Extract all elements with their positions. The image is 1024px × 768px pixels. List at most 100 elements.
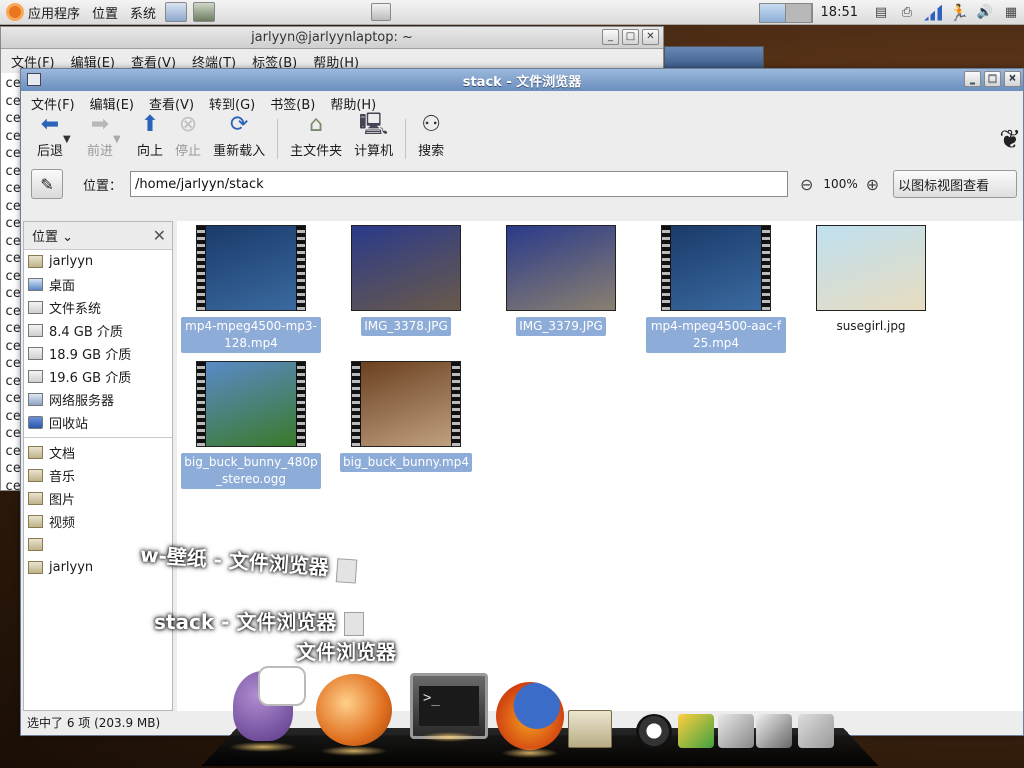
home-button[interactable]: ⌂ 主文件夹 xyxy=(284,114,348,163)
file-name-label[interactable]: mp4-mpeg4500-mp3-128.mp4 xyxy=(181,317,321,353)
search-button[interactable]: ⚇ 搜索 xyxy=(412,114,450,163)
terminal-output[interactable]: ce ce ce ce ce ce ce ce ce ce ce ce ce ce ce ce ce ce ce ce… xyxy=(1,75,21,495)
menu-help[interactable]: 帮助(H) xyxy=(330,94,376,113)
terminal-icon[interactable]: >_ xyxy=(410,673,488,742)
terminal-close-button[interactable]: ✕ xyxy=(642,29,659,45)
file-item[interactable]: big_buck_bunny_480p_stereo.ogg xyxy=(181,361,321,489)
terminal-titlebar[interactable]: jarlyyn@jarlyynlaptop: ~ _ □ ✕ xyxy=(1,27,663,49)
terminal-line: ce xyxy=(5,93,21,109)
workspace-switcher[interactable] xyxy=(758,2,813,23)
sidebar-item[interactable]: 文件系统 xyxy=(24,296,172,319)
file-browser-window[interactable]: stack - 文件浏览器 _ □ ✕ 文件(F) 编辑(E) 查看(V) 转到… xyxy=(20,68,1024,736)
reload-icon: ⟳ xyxy=(229,112,249,137)
stop-button[interactable]: ⊗ 停止 xyxy=(169,114,207,163)
reload-button[interactable]: ⟳ 重新载入 xyxy=(207,112,271,163)
text-editor-icon[interactable] xyxy=(718,714,754,748)
amarok-icon[interactable] xyxy=(636,714,672,748)
sidebar-item[interactable]: 回收站 xyxy=(24,411,172,434)
window-menu-icon[interactable] xyxy=(27,73,41,86)
preferences-icon[interactable] xyxy=(756,714,792,748)
running-man-icon[interactable]: 🏃 xyxy=(949,3,969,22)
file-item[interactable]: susegirl.jpg xyxy=(801,225,941,336)
toggle-location-edit-button[interactable]: ✎ xyxy=(31,169,63,199)
forward-history-dropdown[interactable]: ▼ xyxy=(113,115,127,163)
folder-icon xyxy=(28,538,43,551)
image-thumbnail[interactable] xyxy=(506,225,616,311)
file-item[interactable]: IMG_3378.JPG xyxy=(336,225,476,336)
drawing-icon[interactable] xyxy=(798,714,834,748)
system-menu[interactable]: 系统 xyxy=(124,0,162,25)
back-history-dropdown[interactable]: ▼ xyxy=(63,115,77,163)
places-menu[interactable]: 位置 xyxy=(86,0,124,25)
video-thumbnail[interactable] xyxy=(196,225,306,311)
maximize-button[interactable]: □ xyxy=(984,71,1001,87)
pencil-note-icon: ✎ xyxy=(40,174,54,194)
firefox-icon[interactable] xyxy=(494,680,566,758)
file-name-label[interactable]: mp4-mpeg4500-aac-f25.mp4 xyxy=(646,317,786,353)
volume-icon[interactable]: 🔊 xyxy=(976,5,994,21)
terminal-maximize-button[interactable]: □ xyxy=(622,29,639,45)
computer-button[interactable]: 🖳 计算机 xyxy=(348,114,399,163)
calculator-launcher-icon[interactable] xyxy=(193,2,216,22)
applications-menu[interactable]: 应用程序 xyxy=(0,0,86,25)
network-signal-icon[interactable] xyxy=(924,4,942,21)
up-button[interactable]: ⬆ 向上 xyxy=(131,114,169,163)
switcher-item-stack-label: stack - 文件浏览器 xyxy=(154,610,337,634)
location-input[interactable] xyxy=(130,171,789,197)
menu-file[interactable]: 文件(F) xyxy=(31,94,75,113)
tool-icon[interactable] xyxy=(678,714,714,748)
sidebar-bookmark-label: 视频 xyxy=(49,516,76,531)
image-thumbnail[interactable] xyxy=(351,225,461,311)
video-thumbnail[interactable] xyxy=(351,361,461,447)
sidebar-close-icon[interactable]: ✕ xyxy=(153,226,166,245)
clipboard-icon[interactable]: ▤ xyxy=(872,5,890,21)
sidebar-bookmark[interactable]: 视频 xyxy=(24,510,172,533)
sidebar-item[interactable]: 18.9 GB 介质 xyxy=(24,342,172,365)
folder-icon[interactable] xyxy=(568,710,612,748)
sidebar-bookmark[interactable]: 文档 xyxy=(24,441,172,464)
file-name-label[interactable]: big_buck_bunny_480p_stereo.ogg xyxy=(181,453,321,489)
sidebar-item[interactable]: 19.6 GB 介质 xyxy=(24,365,172,388)
menu-view[interactable]: 查看(V) xyxy=(149,94,194,113)
sidebar-item[interactable]: jarlyyn xyxy=(24,250,172,273)
system-menu-label: 系统 xyxy=(130,6,157,22)
menu-go[interactable]: 转到(G) xyxy=(209,94,255,113)
terminal-line: ce xyxy=(5,233,21,249)
sidebar-item[interactable]: 8.4 GB 介质 xyxy=(24,319,172,342)
sidebar-bookmark[interactable]: 图片 xyxy=(24,487,172,510)
menu-edit[interactable]: 编辑(E) xyxy=(90,94,134,113)
sidebar-item[interactable]: 桌面 xyxy=(24,273,172,296)
file-browser-titlebar[interactable]: stack - 文件浏览器 _ □ ✕ xyxy=(21,69,1023,91)
menu-bookmarks[interactable]: 书签(B) xyxy=(270,94,315,113)
screenshot-launcher-icon[interactable] xyxy=(165,2,188,22)
sidebar-item[interactable]: 网络服务器 xyxy=(24,388,172,411)
file-item[interactable]: mp4-mpeg4500-mp3-128.mp4 xyxy=(181,225,321,353)
image-thumbnail[interactable] xyxy=(816,225,926,311)
zoom-in-icon[interactable]: ⊕ xyxy=(866,175,879,194)
minimize-button[interactable]: _ xyxy=(964,71,981,87)
sidebar-bookmark[interactable]: 音乐 xyxy=(24,464,172,487)
file-item[interactable]: big_buck_bunny.mp4 xyxy=(336,361,476,472)
file-name-label[interactable]: IMG_3378.JPG xyxy=(361,317,451,336)
video-thumbnail[interactable] xyxy=(661,225,771,311)
zoom-out-icon[interactable]: ⊖ xyxy=(800,175,813,194)
file-name-label[interactable]: IMG_3379.JPG xyxy=(516,317,606,336)
notes-icon[interactable]: ▦ xyxy=(1002,5,1020,21)
close-button[interactable]: ✕ xyxy=(1004,71,1021,87)
video-thumbnail[interactable] xyxy=(196,361,306,447)
nautilus-shell-icon[interactable] xyxy=(312,670,396,756)
printer-icon[interactable]: ⎙ xyxy=(898,5,916,21)
zoom-level[interactable]: 100% xyxy=(823,177,857,191)
file-name-label[interactable]: big_buck_bunny.mp4 xyxy=(340,453,472,472)
workspace-2[interactable] xyxy=(785,3,812,22)
file-name-label[interactable]: susegirl.jpg xyxy=(833,317,908,336)
file-item[interactable]: mp4-mpeg4500-aac-f25.mp4 xyxy=(646,225,786,353)
file-item[interactable]: IMG_3379.JPG xyxy=(491,225,631,336)
workspace-1[interactable] xyxy=(759,3,786,22)
show-desktop-icon[interactable] xyxy=(371,3,391,21)
pidgin-icon[interactable] xyxy=(220,666,306,752)
terminal-minimize-button[interactable]: _ xyxy=(602,29,619,45)
sidebar-type-select[interactable]: 位置 ⌄ xyxy=(32,226,73,245)
clock[interactable]: 18:51 xyxy=(821,5,858,20)
view-mode-select[interactable]: 以图标视图查看 xyxy=(893,170,1018,198)
